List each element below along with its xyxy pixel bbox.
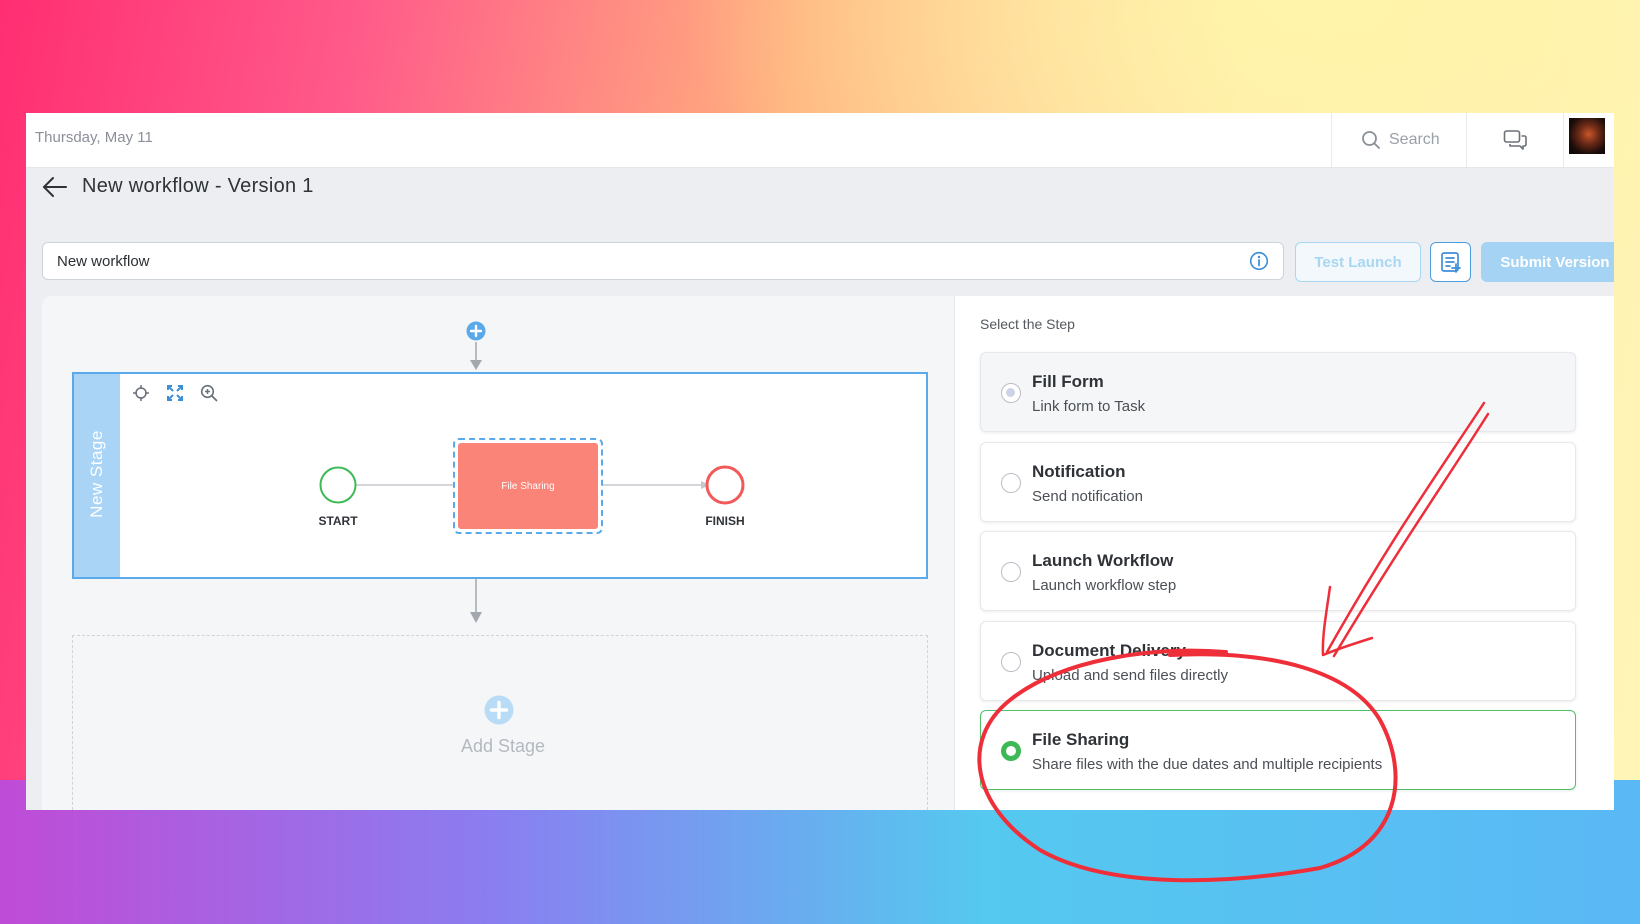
radio-button[interactable] bbox=[1001, 383, 1021, 403]
arrow-left-icon[interactable] bbox=[42, 176, 68, 198]
step-panel-heading: Select the Step bbox=[980, 316, 1075, 332]
file-sharing-task-node[interactable]: File Sharing bbox=[453, 438, 603, 534]
search-icon bbox=[1362, 131, 1380, 149]
search-label: Search bbox=[1389, 131, 1440, 148]
radio-button[interactable] bbox=[1001, 652, 1021, 672]
top-bar: Thursday, May 11 Search bbox=[26, 113, 1614, 168]
radio-button-selected[interactable] bbox=[1001, 741, 1021, 761]
step-subtitle: Share files with the due dates and multi… bbox=[1032, 756, 1383, 773]
search-button[interactable]: Search bbox=[1331, 113, 1466, 167]
avatar[interactable] bbox=[1569, 118, 1605, 154]
step-option-notification[interactable]: Notification Send notification bbox=[980, 442, 1576, 522]
chat-icon bbox=[1503, 130, 1527, 150]
start-node[interactable] bbox=[318, 465, 358, 505]
notes-add-icon bbox=[1440, 252, 1461, 273]
title-row: New workflow - Version 1 bbox=[42, 175, 314, 198]
step-title: Launch Workflow bbox=[1032, 551, 1174, 570]
test-launch-button[interactable]: Test Launch bbox=[1295, 242, 1421, 282]
info-icon[interactable] bbox=[1249, 251, 1269, 271]
divider bbox=[1563, 113, 1564, 167]
finish-node[interactable] bbox=[704, 464, 746, 506]
workflow-canvas[interactable]: New Stage START File Sharing FINISH Add … bbox=[42, 296, 954, 810]
step-title: Fill Form bbox=[1032, 372, 1104, 391]
add-stage-label: Add Stage bbox=[460, 736, 546, 756]
radio-button[interactable] bbox=[1001, 562, 1021, 582]
step-subtitle: Send notification bbox=[1032, 488, 1143, 505]
step-subtitle: Launch workflow step bbox=[1032, 577, 1177, 594]
plus-circle-icon[interactable] bbox=[466, 321, 486, 341]
notes-button[interactable] bbox=[1430, 242, 1471, 282]
task-node-label: File Sharing bbox=[458, 443, 598, 529]
step-option-launch-workflow[interactable]: Launch Workflow Launch workflow step bbox=[980, 531, 1576, 611]
step-option-file-sharing[interactable]: File Sharing Share files with the due da… bbox=[980, 710, 1576, 790]
current-date: Thursday, May 11 bbox=[35, 129, 153, 146]
step-subtitle: Link form to Task bbox=[1032, 398, 1146, 415]
radio-button[interactable] bbox=[1001, 473, 1021, 493]
step-option-document-delivery[interactable]: Document Delivery Upload and send files … bbox=[980, 621, 1576, 701]
step-title: Notification bbox=[1032, 462, 1126, 481]
step-title: Document Delivery bbox=[1032, 641, 1186, 660]
stage-container[interactable]: New Stage START File Sharing FINISH bbox=[72, 372, 928, 579]
workflow-name-input[interactable]: New workflow bbox=[42, 242, 1284, 280]
start-label: START bbox=[318, 514, 358, 528]
step-title: File Sharing bbox=[1032, 730, 1130, 749]
step-option-fill-form[interactable]: Fill Form Link form to Task bbox=[980, 352, 1576, 432]
app-window: Thursday, May 11 Search New workflow - V… bbox=[26, 113, 1614, 810]
plus-circle-icon[interactable] bbox=[484, 695, 514, 725]
step-panel: Select the Step Fill Form Link form to T… bbox=[954, 296, 1614, 810]
finish-label: FINISH bbox=[705, 514, 745, 528]
add-stage-area[interactable]: Add Stage bbox=[72, 635, 928, 810]
submit-version-button[interactable]: Submit Version bbox=[1481, 242, 1614, 282]
workflow-name-value: New workflow bbox=[57, 252, 150, 270]
chat-button[interactable] bbox=[1467, 113, 1563, 167]
step-subtitle: Upload and send files directly bbox=[1032, 667, 1228, 684]
page-title: New workflow - Version 1 bbox=[82, 175, 314, 197]
